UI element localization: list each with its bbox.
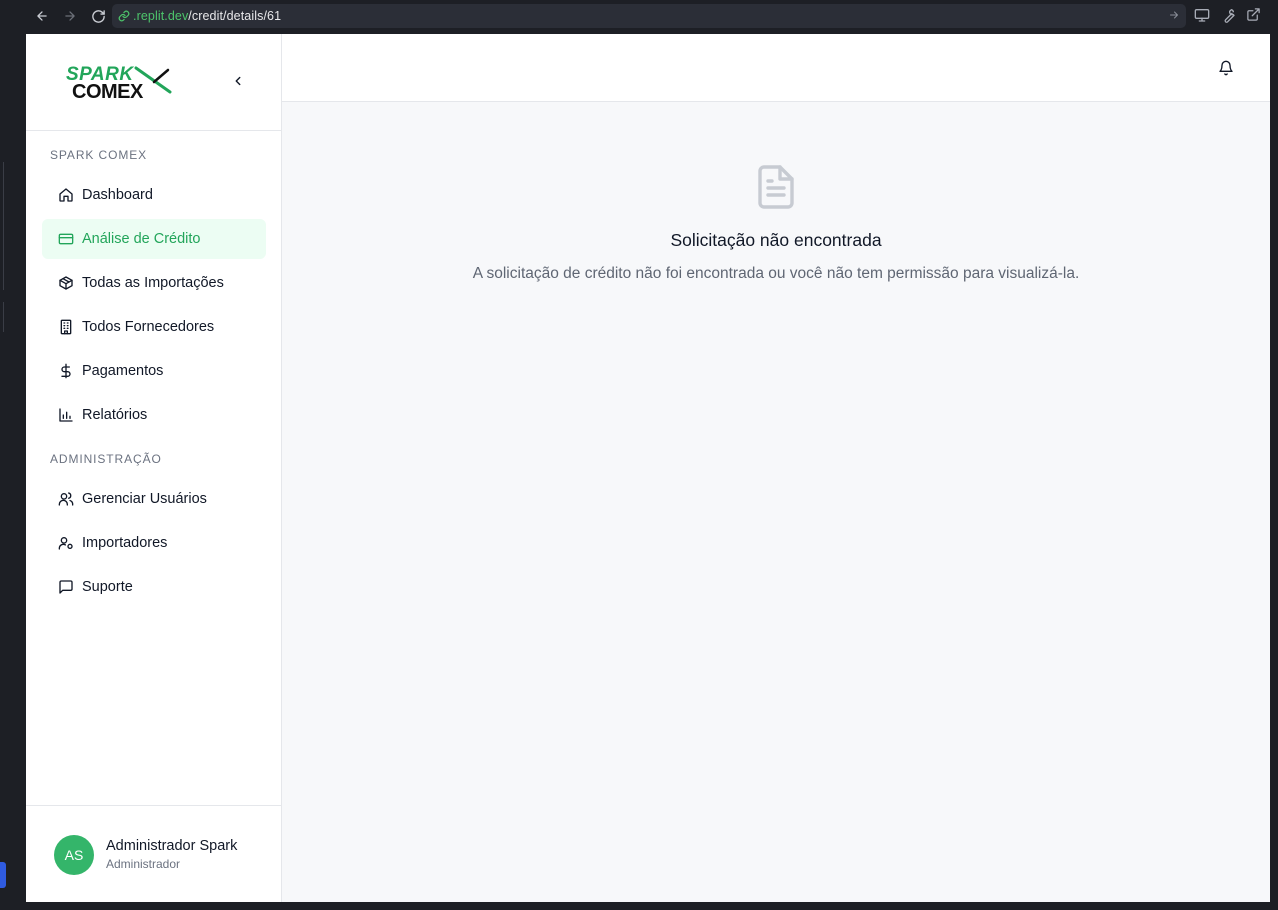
- file-text-icon: [756, 164, 796, 210]
- top-bar: [282, 34, 1270, 102]
- package-icon: [58, 275, 74, 291]
- svg-text:COMEX: COMEX: [72, 81, 144, 103]
- main-content: Solicitação não encontrada A solicitação…: [282, 102, 1270, 902]
- sidebar-item-pagamentos[interactable]: Pagamentos: [42, 351, 266, 391]
- sidebar-item-label: Todas as Importações: [82, 275, 224, 291]
- sidebar-item-importacoes[interactable]: Todas as Importações: [42, 263, 266, 303]
- user-profile[interactable]: AS Administrador Spark Administrador: [26, 805, 282, 902]
- sidebar-item-fornecedores[interactable]: Todos Fornecedores: [42, 307, 266, 347]
- sidebar-item-importadores[interactable]: Importadores: [42, 523, 266, 563]
- go-arrow-icon[interactable]: [1168, 8, 1180, 26]
- empty-state-title: Solicitação não encontrada: [670, 230, 882, 250]
- sidebar: SPARK COMEX SPARK COMEX Dashboard Anális…: [26, 34, 282, 902]
- outer-panel-strip: [0, 34, 26, 910]
- browser-toolbar: .replit.dev/credit/details/61: [0, 0, 1278, 34]
- app-window: SPARK COMEX SPARK COMEX Dashboard Anális…: [26, 34, 1270, 902]
- section-title-spark-comex: SPARK COMEX: [50, 148, 148, 162]
- user-name: Administrador Spark: [106, 838, 238, 854]
- wrench-icon[interactable]: [1220, 7, 1236, 28]
- sidebar-item-label: Gerenciar Usuários: [82, 491, 207, 507]
- credit-card-icon: [58, 231, 74, 247]
- empty-state-description: A solicitação de crédito não foi encontr…: [472, 265, 1080, 282]
- link-icon: [118, 10, 130, 22]
- user-role: Administrador: [106, 857, 181, 871]
- section-title-administracao: ADMINISTRAÇÃO: [50, 452, 162, 466]
- strip-button[interactable]: [0, 862, 6, 888]
- external-link-icon[interactable]: [1246, 7, 1261, 27]
- bar-chart-icon: [58, 407, 74, 423]
- user-cog-icon: [58, 535, 74, 551]
- forward-icon[interactable]: [60, 6, 80, 26]
- url-text: .replit.dev/credit/details/61: [133, 9, 282, 23]
- sidebar-item-suporte[interactable]: Suporte: [42, 567, 266, 607]
- avatar[interactable]: AS: [54, 835, 94, 875]
- sidebar-item-label: Dashboard: [82, 187, 153, 203]
- chevron-left-icon[interactable]: [229, 72, 247, 90]
- address-bar[interactable]: .replit.dev/credit/details/61: [112, 4, 1186, 28]
- home-icon: [58, 187, 74, 203]
- sidebar-item-label: Todos Fornecedores: [82, 319, 215, 335]
- back-icon[interactable]: [32, 6, 52, 26]
- reload-icon[interactable]: [88, 6, 108, 26]
- sidebar-item-label: Importadores: [82, 535, 168, 551]
- dollar-icon: [58, 363, 74, 379]
- strip-divider: [3, 302, 4, 332]
- strip-divider: [3, 162, 4, 290]
- users-icon: [58, 491, 74, 507]
- bell-icon[interactable]: [1218, 60, 1234, 76]
- spark-comex-logo: SPARK COMEX: [66, 64, 172, 103]
- sidebar-item-label: Relatórios: [82, 407, 148, 423]
- sidebar-item-usuarios[interactable]: Gerenciar Usuários: [42, 479, 266, 519]
- sidebar-item-dashboard[interactable]: Dashboard: [42, 175, 266, 215]
- building-icon: [58, 319, 74, 335]
- sidebar-item-label: Pagamentos: [82, 363, 164, 379]
- sidebar-item-label: Suporte: [82, 579, 133, 595]
- monitor-icon[interactable]: [1194, 7, 1210, 28]
- message-square-icon: [58, 579, 74, 595]
- sidebar-item-relatorios[interactable]: Relatórios: [42, 395, 266, 435]
- sidebar-item-label: Análise de Crédito: [82, 231, 201, 247]
- sidebar-item-analise-credito[interactable]: Análise de Crédito: [42, 219, 266, 259]
- logo-area: SPARK COMEX: [26, 34, 281, 131]
